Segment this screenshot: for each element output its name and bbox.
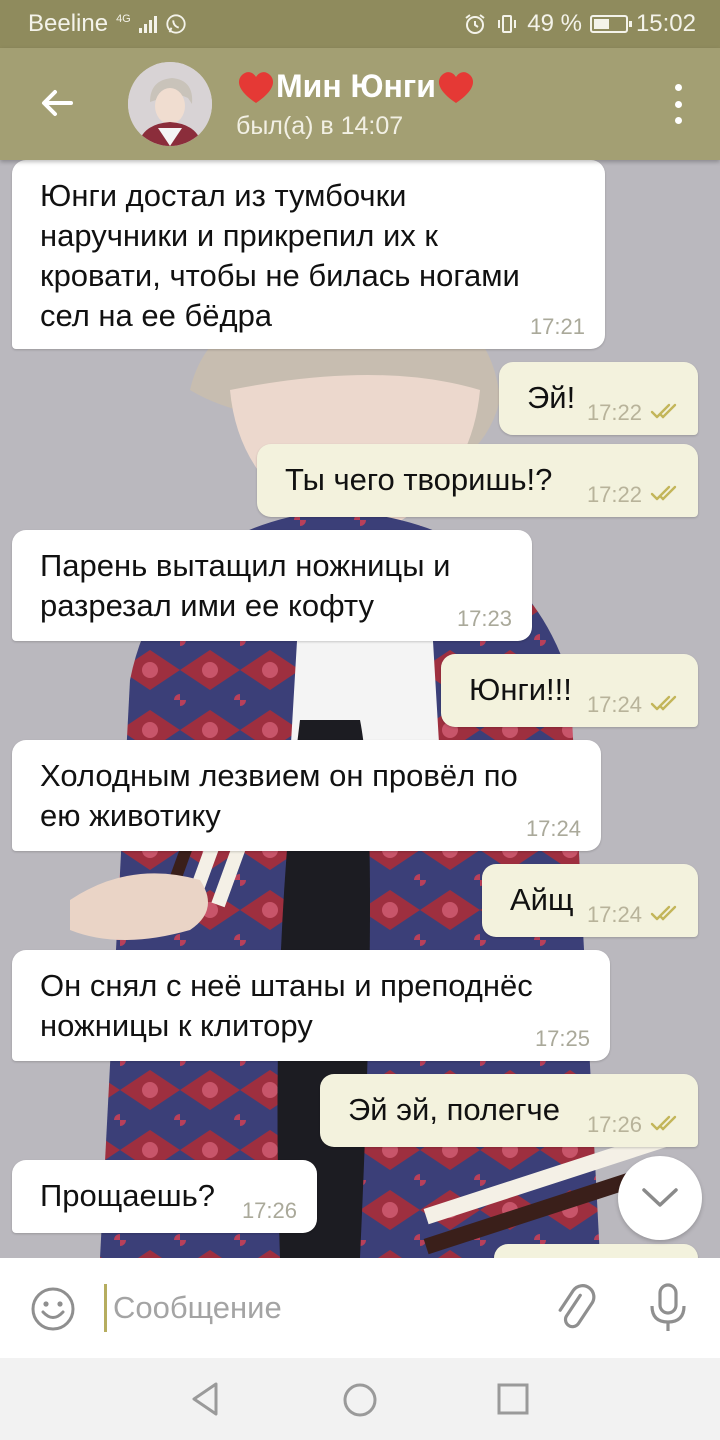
back-button[interactable] (30, 76, 84, 130)
battery-percent: 49 % (527, 10, 582, 37)
menu-button[interactable] (666, 84, 690, 124)
message-time: 17:24 (587, 693, 684, 717)
double-check-icon (650, 483, 684, 507)
battery-icon (589, 15, 632, 33)
message-time: 17:25 (534, 1026, 590, 1051)
message-time: 17:22 (587, 483, 684, 507)
heart-icon (238, 71, 274, 103)
double-check-icon (650, 401, 684, 425)
chat-area[interactable]: Юнги достал из тумбочки наручники и прик… (0, 160, 720, 1258)
paperclip-icon[interactable] (552, 1284, 600, 1332)
alarm-icon (465, 14, 485, 34)
message-outgoing[interactable]: Айщ 17:24 (482, 864, 698, 937)
message-outgoing[interactable]: Ты чего творишь!? 17:22 (257, 444, 698, 517)
message-outgoing[interactable]: Эй эй, полегче 17:26 (320, 1074, 698, 1147)
heart-icon (438, 71, 473, 103)
whatsapp-icon (166, 14, 186, 34)
message-composer (0, 1258, 720, 1358)
message-input[interactable] (104, 1284, 524, 1332)
message-incoming[interactable]: Прощаешь? 17:26 (12, 1160, 317, 1233)
message-time: 17:23 (456, 606, 512, 631)
message-time: 17:24 (525, 816, 581, 841)
message-incoming[interactable]: Парень вытащил ножницы и разрезал ими ее… (12, 530, 532, 641)
avatar-image (128, 62, 212, 146)
kebab-menu-icon (674, 84, 682, 91)
message-outgoing[interactable]: Эй! 17:22 (499, 362, 698, 435)
microphone-icon[interactable] (644, 1282, 692, 1334)
nav-recents-icon[interactable] (496, 1382, 530, 1416)
message-text: Холодным лезвием он провёл по ею животик… (40, 758, 518, 833)
vibrate-icon (498, 15, 517, 33)
chat-header: Мин Юнги был(а) в 14:07 (0, 48, 720, 160)
message-text: Он снял с неё штаны и преподнёс ножницы … (40, 968, 533, 1043)
scroll-down-button[interactable] (618, 1156, 702, 1240)
status-bar: Beeline 4G 49 % 15:02 (0, 0, 720, 48)
signal-icon (138, 15, 157, 33)
message-time: 17:21 (529, 314, 585, 339)
message-incoming[interactable]: Он снял с неё штаны и преподнёс ножницы … (12, 950, 610, 1061)
avatar[interactable] (128, 62, 212, 146)
battery-level (593, 19, 609, 29)
double-check-icon (650, 693, 684, 717)
message-time: 17:22 (587, 401, 684, 425)
nav-back-icon[interactable] (186, 1380, 226, 1418)
clock: 15:02 (635, 10, 696, 37)
arrow-left-icon (42, 90, 73, 116)
message-incoming[interactable]: Холодным лезвием он провёл по ею животик… (12, 740, 601, 851)
message-text: Юнги достал из тумбочки наручники и прик… (40, 178, 520, 333)
message-incoming[interactable]: Юнги достал из тумбочки наручники и прик… (12, 160, 605, 349)
message-outgoing-partial[interactable] (494, 1244, 698, 1258)
chat-title[interactable]: Мин Юнги (236, 68, 476, 105)
carrier-label: Beeline (28, 10, 109, 37)
message-text: Парень вытащил ножницы и разрезал ими ее… (40, 548, 451, 623)
message-time: 17:24 (587, 903, 684, 927)
message-time: 17:26 (587, 1113, 684, 1137)
smiley-icon[interactable] (30, 1286, 76, 1332)
contact-name: Мин Юнги (276, 68, 436, 104)
last-seen-status: был(а) в 14:07 (236, 112, 404, 140)
double-check-icon (650, 1113, 684, 1137)
network-type-label: 4G (116, 12, 131, 25)
message-time: 17:26 (241, 1198, 297, 1223)
message-outgoing[interactable]: Юнги!!! 17:24 (441, 654, 698, 727)
chevron-down-icon (642, 1188, 678, 1207)
nav-home-icon[interactable] (340, 1380, 380, 1420)
system-navbar (0, 1358, 720, 1440)
double-check-icon (650, 903, 684, 927)
